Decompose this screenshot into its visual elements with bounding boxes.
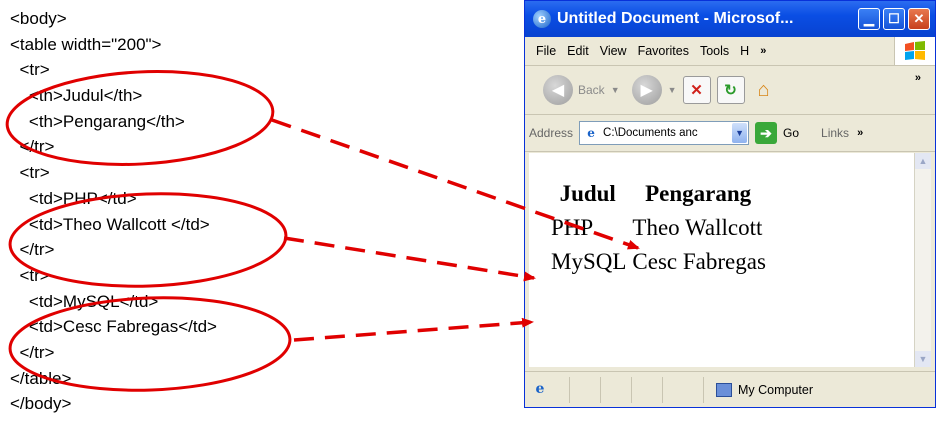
code-line: </tr> <box>10 137 55 157</box>
refresh-icon[interactable]: ↻ <box>716 76 745 104</box>
table-row: MySQL Cesc Fabregas <box>549 245 770 279</box>
ie-icon: e <box>533 10 551 28</box>
html-source-code: <body> <table width="200"> <tr> <th>Judul… <box>10 6 217 417</box>
ie-icon: e <box>535 381 545 397</box>
windows-flag-icon <box>894 37 935 65</box>
status-segment <box>631 377 662 403</box>
browser-window: e Untitled Document - Microsof... ▁ ☐ ✕ … <box>524 0 936 408</box>
menu-more-chevron[interactable]: » <box>760 45 766 57</box>
status-segment <box>662 377 693 403</box>
address-value: C:\Documents anc <box>603 127 698 139</box>
address-bar: Address e C:\Documents anc ▼ ➔ Go Links … <box>525 115 935 152</box>
code-line: <td>PHP</td> <box>10 188 137 208</box>
vertical-scrollbar[interactable]: ▲ ▼ <box>914 153 931 367</box>
code-line: </tr> <box>10 342 55 362</box>
scroll-up-icon[interactable]: ▲ <box>915 153 931 169</box>
links-more-chevron[interactable]: » <box>857 127 863 139</box>
code-line: <tr> <box>10 60 50 80</box>
close-icon[interactable]: ✕ <box>908 8 930 30</box>
security-zone: My Computer <box>703 377 813 403</box>
my-computer-icon <box>716 383 732 397</box>
menu-favorites[interactable]: Favorites <box>638 44 689 58</box>
arrow-row1 <box>283 236 536 282</box>
menu-help[interactable]: H <box>740 44 749 58</box>
status-segment <box>569 377 600 403</box>
ie-icon: e <box>587 126 595 140</box>
table-row: Judul Pengarang <box>549 177 770 211</box>
table-cell: Cesc Fabregas <box>632 249 766 274</box>
rendered-table: Judul Pengarang PHP Theo Wallcott MySQL … <box>549 177 770 279</box>
arrow-row2 <box>293 317 534 342</box>
stop-icon[interactable]: ✕ <box>682 76 711 104</box>
code-line: <table width="200"> <box>10 34 162 54</box>
table-header-cell: Pengarang <box>645 181 752 206</box>
table-cell: PHP <box>551 215 594 240</box>
menu-bar: File Edit View Favorites Tools H » <box>525 37 935 66</box>
page-content: Judul Pengarang PHP Theo Wallcott MySQL … <box>529 153 915 367</box>
code-line: <th>Pengarang</th> <box>10 111 185 131</box>
code-line: <td>MySQL</td> <box>10 291 159 311</box>
window-title: Untitled Document - Microsof... <box>557 10 794 27</box>
status-segment <box>600 377 631 403</box>
code-line: <body> <box>10 9 67 28</box>
table-cell: Theo Wallcott <box>632 215 763 240</box>
code-line: <tr> <box>10 265 50 285</box>
back-label: Back <box>578 83 605 97</box>
table-header-cell: Judul <box>559 181 616 206</box>
home-icon[interactable]: ⌂ <box>751 77 777 103</box>
scroll-down-icon[interactable]: ▼ <box>915 351 931 367</box>
address-label: Address <box>529 126 574 140</box>
back-icon: ◀ <box>543 75 573 105</box>
code-line: </body> <box>10 394 72 414</box>
title-bar[interactable]: e Untitled Document - Microsof... ▁ ☐ ✕ <box>525 1 935 37</box>
menu-tools[interactable]: Tools <box>700 44 729 58</box>
menu-view[interactable]: View <box>600 44 627 58</box>
minimize-icon[interactable]: ▁ <box>858 8 880 30</box>
status-zone-label: My Computer <box>738 383 814 397</box>
chevron-down-icon[interactable]: ▼ <box>611 85 620 95</box>
table-row: PHP Theo Wallcott <box>549 211 770 245</box>
toolbar: ◀ Back ▼ ▶ ▼ ✕ ↻ ⌂ » <box>525 66 935 115</box>
menu-file[interactable]: File <box>536 44 556 58</box>
chevron-down-icon[interactable]: ▼ <box>668 85 677 95</box>
code-line: <td>Theo Wallcott </td> <box>10 214 210 234</box>
go-button[interactable]: Go <box>783 126 799 140</box>
maximize-icon[interactable]: ☐ <box>883 8 905 30</box>
table-cell: MySQL <box>551 249 627 274</box>
address-field[interactable]: e C:\Documents anc ▼ <box>579 121 750 145</box>
code-line: </tr> <box>10 240 55 260</box>
menu-edit[interactable]: Edit <box>567 44 589 58</box>
status-bar: e My Computer <box>525 371 935 408</box>
chevron-down-icon[interactable]: ▼ <box>732 123 748 143</box>
forward-icon: ▶ <box>631 75 662 105</box>
code-line: <th>Judul</th> <box>10 86 143 106</box>
back-button[interactable]: ◀ Back ▼ <box>543 75 620 105</box>
links-label[interactable]: Links <box>821 126 849 140</box>
go-icon[interactable]: ➔ <box>755 122 778 144</box>
code-line: <td>Cesc Fabregas</td> <box>10 317 217 337</box>
forward-button[interactable]: ▶ ▼ <box>631 75 677 105</box>
code-line: <tr> <box>10 163 50 183</box>
toolbar-more-chevron[interactable]: » <box>915 72 921 84</box>
code-line: </table> <box>10 368 72 388</box>
